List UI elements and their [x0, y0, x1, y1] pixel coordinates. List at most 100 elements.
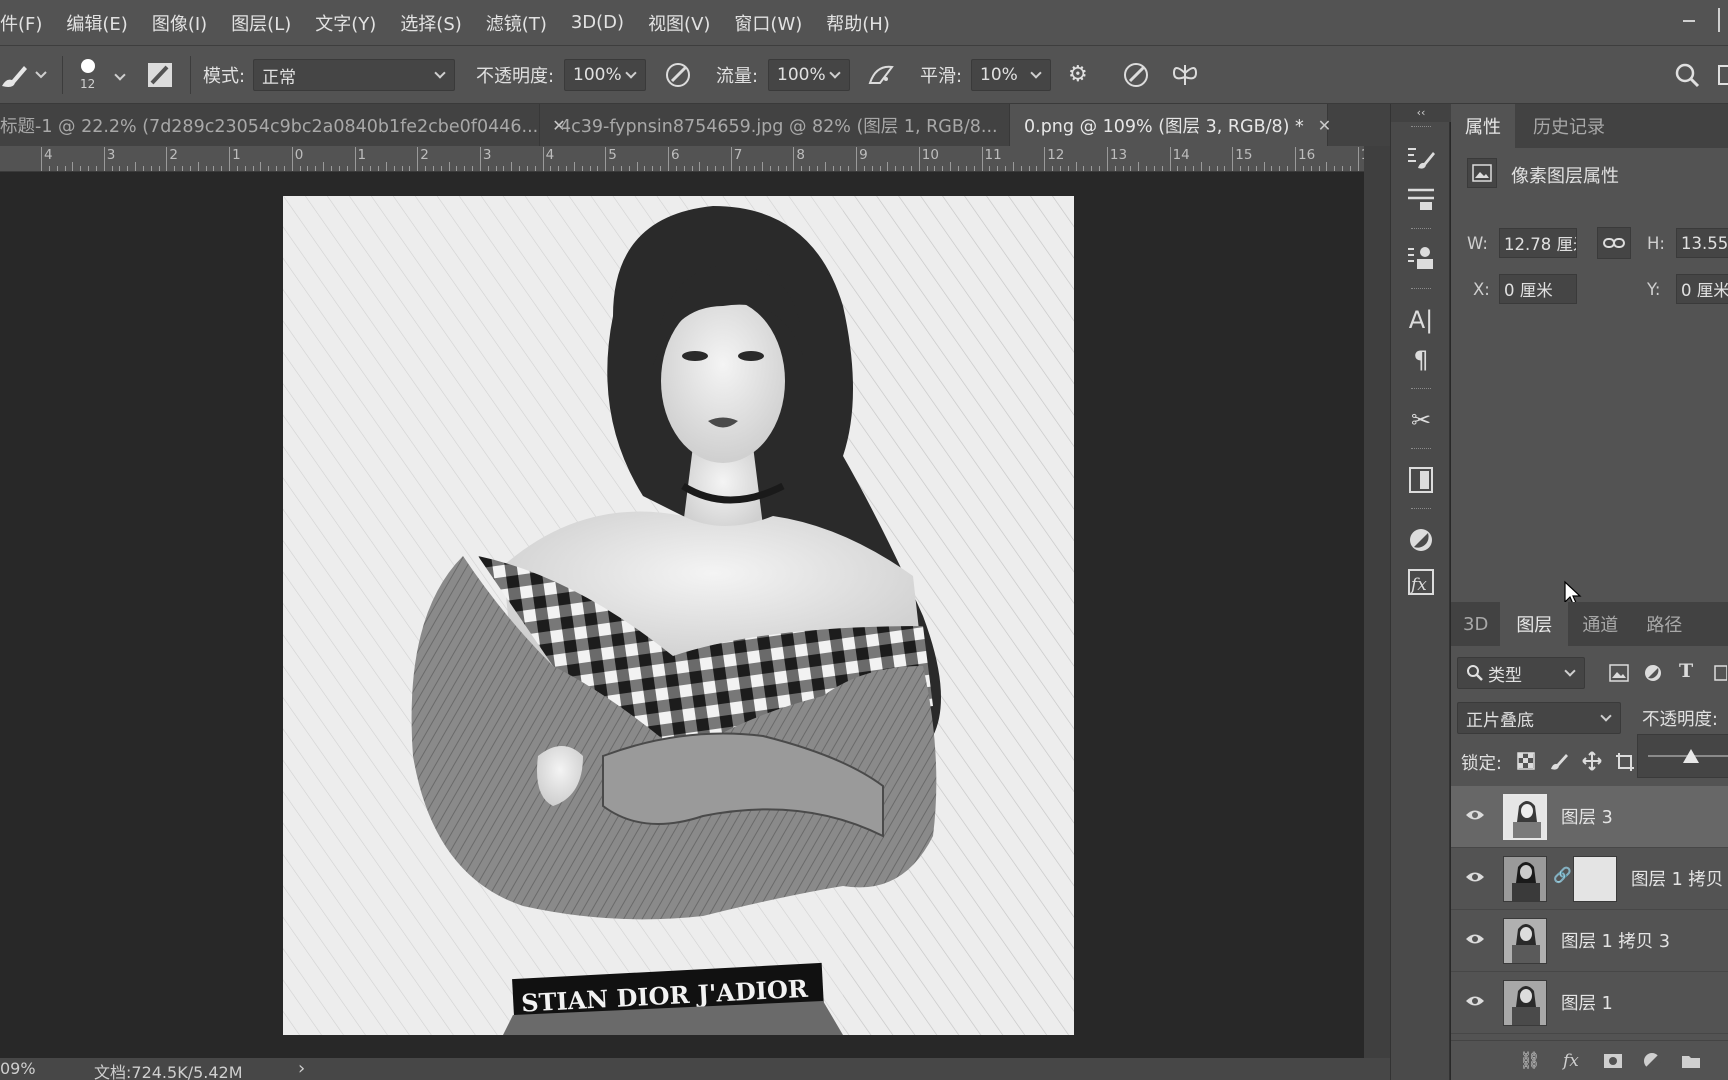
tab-3d[interactable]: 3D — [1451, 602, 1500, 646]
flow-field[interactable]: 100% — [768, 59, 850, 91]
menu-filter[interactable]: 滤镜(T) — [474, 10, 559, 36]
zoom-level[interactable]: 09% — [0, 1059, 36, 1078]
menu-layer[interactable]: 图层(L) — [219, 10, 303, 36]
layer-row-layer-1-copy[interactable]: 🔗 图层 1 拷贝 — [1451, 848, 1728, 910]
filter-type-icon[interactable]: T — [1679, 660, 1693, 682]
eye-icon[interactable] — [1465, 808, 1485, 822]
ruler-number: 15 — [1235, 147, 1253, 163]
menu-edit[interactable]: 编辑(E) — [54, 10, 139, 36]
airbrush-button[interactable] — [866, 46, 896, 104]
minimize-button[interactable] — [1674, 8, 1704, 32]
eye-icon[interactable] — [1465, 870, 1485, 884]
eye-icon[interactable] — [1465, 994, 1485, 1008]
layer-mask-thumbnail[interactable] — [1573, 856, 1617, 902]
ruler-tick — [1263, 162, 1265, 171]
layer-row-layer-3[interactable]: 图层 3 — [1451, 786, 1728, 848]
brush-tool-preset[interactable] — [0, 46, 48, 104]
brush-presets-icon[interactable] — [1401, 178, 1441, 218]
filter-adjustment-icon[interactable] — [1644, 664, 1662, 682]
lock-artboard-icon[interactable] — [1615, 752, 1635, 772]
styles-fx-icon[interactable]: fx — [1401, 562, 1441, 602]
tab-properties[interactable]: 属性 — [1451, 104, 1515, 148]
x-field[interactable]: 0 厘米 — [1499, 274, 1577, 304]
menu-file[interactable]: 件(F) — [0, 10, 54, 36]
link-layers-icon[interactable]: ⛓ — [1519, 1051, 1541, 1071]
height-field[interactable]: 13.55 — [1676, 228, 1728, 258]
vertical-scrollbar[interactable] — [1364, 146, 1390, 1058]
tab-history[interactable]: 历史记录 — [1515, 104, 1619, 148]
chevron-down-icon — [434, 67, 446, 79]
workspace-button[interactable] — [1718, 46, 1728, 104]
adjustments-icon[interactable] — [1401, 520, 1441, 560]
menu-3d[interactable]: 3D(D) — [559, 12, 636, 33]
tab-document-jpg[interactable]: 4c39-fypnsin8754659.jpg @ 82% (图层 1, RGB… — [540, 104, 1025, 146]
adjustment-layer-icon[interactable] — [1643, 1052, 1661, 1070]
ruler-tick — [370, 166, 372, 171]
layer-row-layer-1-copy-3[interactable]: 图层 1 拷贝 3 — [1451, 910, 1728, 972]
libraries-icon[interactable] — [1401, 460, 1441, 500]
lock-pixels-icon[interactable] — [1549, 751, 1569, 771]
lock-position-icon[interactable] — [1582, 751, 1602, 771]
menu-help[interactable]: 帮助(H) — [814, 10, 902, 36]
ruler-tick — [1067, 166, 1069, 171]
opacity-slider-handle[interactable] — [1683, 749, 1699, 763]
smoothing-options-button[interactable]: ⚙ — [1068, 46, 1088, 104]
opacity-field[interactable]: 100% — [564, 59, 646, 91]
lock-transparency-icon[interactable] — [1517, 752, 1535, 770]
ruler-tick — [1138, 162, 1140, 171]
mask-link-icon[interactable]: 🔗 — [1553, 866, 1572, 884]
pressure-opacity-button[interactable] — [664, 46, 692, 104]
width-field[interactable]: 12.78 厘米 — [1499, 228, 1577, 258]
opacity-slider-popup[interactable] — [1637, 734, 1728, 778]
new-group-icon[interactable] — [1681, 1053, 1701, 1069]
blend-mode-dropdown[interactable]: 正片叠底 — [1457, 702, 1621, 734]
menu-view[interactable]: 视图(V) — [636, 10, 722, 36]
tab-label: 标题-1 @ 22.2% (7d289c23054c9bc2a0840b1fe2… — [0, 116, 539, 137]
layer-row-layer-1[interactable]: 图层 1 — [1451, 972, 1728, 1034]
menu-type[interactable]: 文字(Y) — [303, 10, 388, 36]
clone-source-icon[interactable] — [1401, 238, 1441, 278]
tool-presets-icon[interactable]: ✂ — [1401, 400, 1441, 440]
menu-image[interactable]: 图像(I) — [140, 10, 219, 36]
search-button[interactable] — [1674, 46, 1700, 104]
tab-document-untitled[interactable]: 标题-1 @ 22.2% (7d289c23054c9bc2a0840b1fe2… — [0, 104, 566, 146]
menu-window[interactable]: 窗口(W) — [722, 10, 814, 36]
tab-paths[interactable]: 路径 — [1632, 602, 1696, 646]
fx-icon[interactable]: fx — [1563, 1051, 1579, 1071]
horizontal-ruler[interactable]: 432101234567891011121314151617 — [0, 146, 1364, 172]
menu-select[interactable]: 选择(S) — [388, 10, 473, 36]
ruler-tick — [597, 166, 599, 171]
filter-shape-icon[interactable] — [1713, 664, 1727, 682]
layer-filter-dropdown[interactable]: 类型 — [1457, 657, 1585, 689]
pressure-size-button[interactable] — [1122, 46, 1150, 104]
brush-size-picker[interactable]: 12 — [80, 46, 95, 104]
y-field[interactable]: 0 厘米 — [1676, 274, 1728, 304]
link-dimensions-button[interactable] — [1597, 227, 1631, 259]
brush-tip-preview — [80, 59, 95, 73]
collapse-panels-button[interactable]: ‹‹ — [1391, 104, 1451, 122]
layer-thumbnail — [1503, 980, 1547, 1026]
ruler-tick — [863, 166, 865, 171]
symmetry-button[interactable] — [1170, 46, 1200, 104]
ruler-tick — [895, 166, 897, 171]
tab-document-png[interactable]: 0.png @ 109% (图层 3, RGB/8) * ✕ — [1010, 104, 1331, 146]
brush-size-dropdown[interactable] — [114, 46, 126, 104]
paragraph-panel-icon[interactable]: ¶ — [1401, 340, 1441, 380]
status-arrow[interactable]: › — [298, 1058, 305, 1079]
add-mask-icon[interactable] — [1603, 1053, 1623, 1069]
restore-button[interactable] — [1718, 8, 1728, 32]
character-panel-icon[interactable]: A| — [1401, 300, 1441, 340]
tab-layers[interactable]: 图层 — [1500, 602, 1569, 646]
ruler-tick — [213, 166, 215, 171]
close-icon[interactable]: ✕ — [1318, 116, 1331, 135]
eye-icon[interactable] — [1465, 932, 1485, 946]
mode-dropdown[interactable]: 正常 — [253, 59, 455, 91]
document-image[interactable]: STIAN DIOR J'ADIOR — [283, 196, 1074, 1035]
tab-channels[interactable]: 通道 — [1568, 602, 1632, 646]
smooth-field[interactable]: 10% — [971, 59, 1051, 91]
ruler-tick — [330, 166, 332, 171]
ruler-tick — [1177, 166, 1179, 171]
brush-settings-toggle[interactable] — [147, 46, 173, 104]
filter-pixel-icon[interactable] — [1609, 664, 1629, 682]
brush-settings-icon[interactable] — [1401, 138, 1441, 178]
